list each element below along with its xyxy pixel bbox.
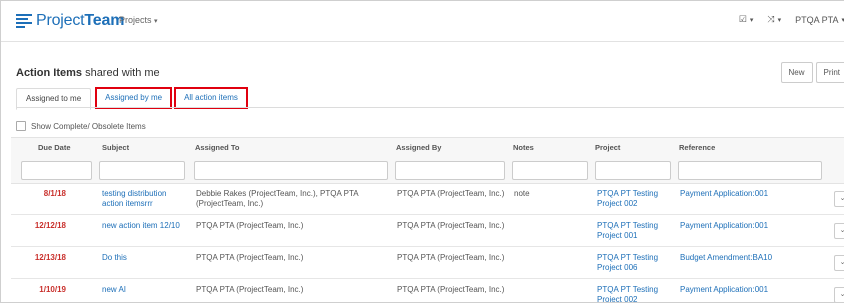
due-date: 8/1/18 bbox=[43, 189, 66, 198]
table-row[interactable]: 8/1/18 testing distribution action items… bbox=[11, 183, 844, 215]
chevron-down-icon: ▾ bbox=[777, 16, 782, 24]
row-actions-button[interactable]: ⌄ bbox=[834, 223, 844, 239]
col-due-date[interactable]: Due Date bbox=[38, 143, 71, 152]
filter-subject[interactable] bbox=[99, 161, 185, 180]
notes: note bbox=[514, 189, 530, 198]
reference-link[interactable]: Payment Application:001 bbox=[680, 189, 768, 199]
due-date: 12/12/18 bbox=[34, 221, 66, 230]
filter-reference[interactable] bbox=[678, 161, 822, 180]
show-complete-checkbox[interactable] bbox=[16, 121, 26, 131]
tabs-divider bbox=[16, 107, 844, 108]
subject-link[interactable]: new action item 12/10 bbox=[102, 221, 194, 231]
top-navbar: ProjectTeam Projects ▾ ☑▾ ⤨▾ PTQA PTA▾ bbox=[1, 1, 844, 42]
user-name: PTQA PTA bbox=[795, 14, 839, 25]
show-complete-toggle[interactable]: Show Complete/ Obsolete Items bbox=[16, 121, 146, 131]
row-actions-button[interactable]: ⌄ bbox=[834, 191, 844, 207]
project-link[interactable]: PTQA PT Testing Project 002 bbox=[597, 285, 675, 302]
reference-link[interactable]: Budget Amendment:BA10 bbox=[680, 253, 772, 263]
assigned-by: PTQA PTA (ProjectTeam, Inc.) bbox=[397, 285, 505, 294]
col-assigned-by[interactable]: Assigned By bbox=[396, 143, 441, 152]
col-assigned-to[interactable]: Assigned To bbox=[195, 143, 239, 152]
logo[interactable]: ProjectTeam bbox=[16, 12, 124, 30]
filter-assigned-by[interactable] bbox=[395, 161, 505, 180]
tools-menu[interactable]: ⤨ ▾ bbox=[767, 14, 781, 25]
subject-link[interactable]: testing distribution action itemsrrr bbox=[102, 189, 190, 209]
chevron-down-icon: ▾ bbox=[749, 16, 754, 24]
due-date: 1/10/19 bbox=[39, 285, 66, 294]
project-link[interactable]: PTQA PT Testing Project 006 bbox=[597, 253, 675, 273]
filter-notes[interactable] bbox=[512, 161, 588, 180]
project-link[interactable]: PTQA PT Testing Project 001 bbox=[597, 221, 675, 241]
col-subject[interactable]: Subject bbox=[102, 143, 129, 152]
tasks-menu[interactable]: ☑ ▾ bbox=[739, 14, 754, 25]
table-row[interactable]: 12/12/18 new action item 12/10 PTQA PTA … bbox=[11, 215, 844, 247]
assigned-by: PTQA PTA (ProjectTeam, Inc.) bbox=[397, 221, 505, 230]
row-actions-button[interactable]: ⌄ bbox=[834, 287, 844, 302]
tools-icon: ⤨ bbox=[767, 14, 775, 24]
page-title: Action Items shared with me bbox=[16, 67, 160, 79]
due-date: 12/13/18 bbox=[34, 253, 66, 262]
chevron-down-icon: ▾ bbox=[154, 18, 158, 25]
toolbar: New Print bbox=[780, 62, 844, 83]
col-reference[interactable]: Reference bbox=[679, 143, 715, 152]
projects-menu[interactable]: Projects ▾ bbox=[119, 15, 158, 25]
assigned-by: PTQA PTA (ProjectTeam, Inc.) bbox=[397, 253, 505, 262]
nav-right: ☑▾ ⤨▾ PTQA PTA▾ bbox=[739, 14, 844, 25]
app-window: ProjectTeam Projects ▾ ☑▾ ⤨▾ PTQA PTA▾ A… bbox=[0, 0, 844, 303]
filter-due-date[interactable] bbox=[21, 161, 92, 180]
user-menu[interactable]: PTQA PTA▾ bbox=[795, 15, 844, 25]
table-row[interactable]: 1/10/19 new AI PTQA PTA (ProjectTeam, In… bbox=[11, 279, 844, 302]
projects-label: Projects bbox=[119, 15, 152, 25]
assigned-to: Debbie Rakes (ProjectTeam, Inc.), PTQA P… bbox=[196, 189, 359, 208]
logo-text: ProjectTeam bbox=[36, 12, 125, 29]
subject-link[interactable]: Do this bbox=[102, 253, 190, 263]
tab-assigned-by-me[interactable]: Assigned by me bbox=[95, 87, 173, 109]
logo-icon bbox=[16, 14, 32, 28]
reference-link[interactable]: Payment Application:001 bbox=[680, 285, 768, 295]
print-button[interactable]: Print bbox=[815, 62, 844, 83]
new-button[interactable]: New bbox=[780, 62, 813, 83]
assigned-to: PTQA PTA (ProjectTeam, Inc.) bbox=[196, 221, 304, 230]
assigned-by: PTQA PTA (ProjectTeam, Inc.) bbox=[397, 189, 505, 198]
show-complete-label: Show Complete/ Obsolete Items bbox=[31, 121, 146, 131]
reference-link[interactable]: Payment Application:001 bbox=[680, 221, 768, 231]
row-actions-button[interactable]: ⌄ bbox=[834, 255, 844, 271]
filter-assigned-to[interactable] bbox=[194, 161, 388, 180]
subject-link[interactable]: new AI bbox=[102, 285, 190, 295]
table-row[interactable]: 12/13/18 Do this PTQA PTA (ProjectTeam, … bbox=[11, 247, 844, 279]
assigned-to: PTQA PTA (ProjectTeam, Inc.) bbox=[196, 253, 304, 262]
col-notes[interactable]: Notes bbox=[513, 143, 534, 152]
project-link[interactable]: PTQA PT Testing Project 002 bbox=[597, 189, 675, 209]
checklist-icon: ☑ bbox=[738, 14, 747, 24]
tabs: Assigned to me Assigned by me All action… bbox=[16, 87, 248, 110]
filter-project[interactable] bbox=[595, 161, 671, 180]
col-project[interactable]: Project bbox=[595, 143, 620, 152]
tab-all-action-items[interactable]: All action items bbox=[174, 87, 248, 109]
assigned-to: PTQA PTA (ProjectTeam, Inc.) bbox=[196, 285, 304, 294]
